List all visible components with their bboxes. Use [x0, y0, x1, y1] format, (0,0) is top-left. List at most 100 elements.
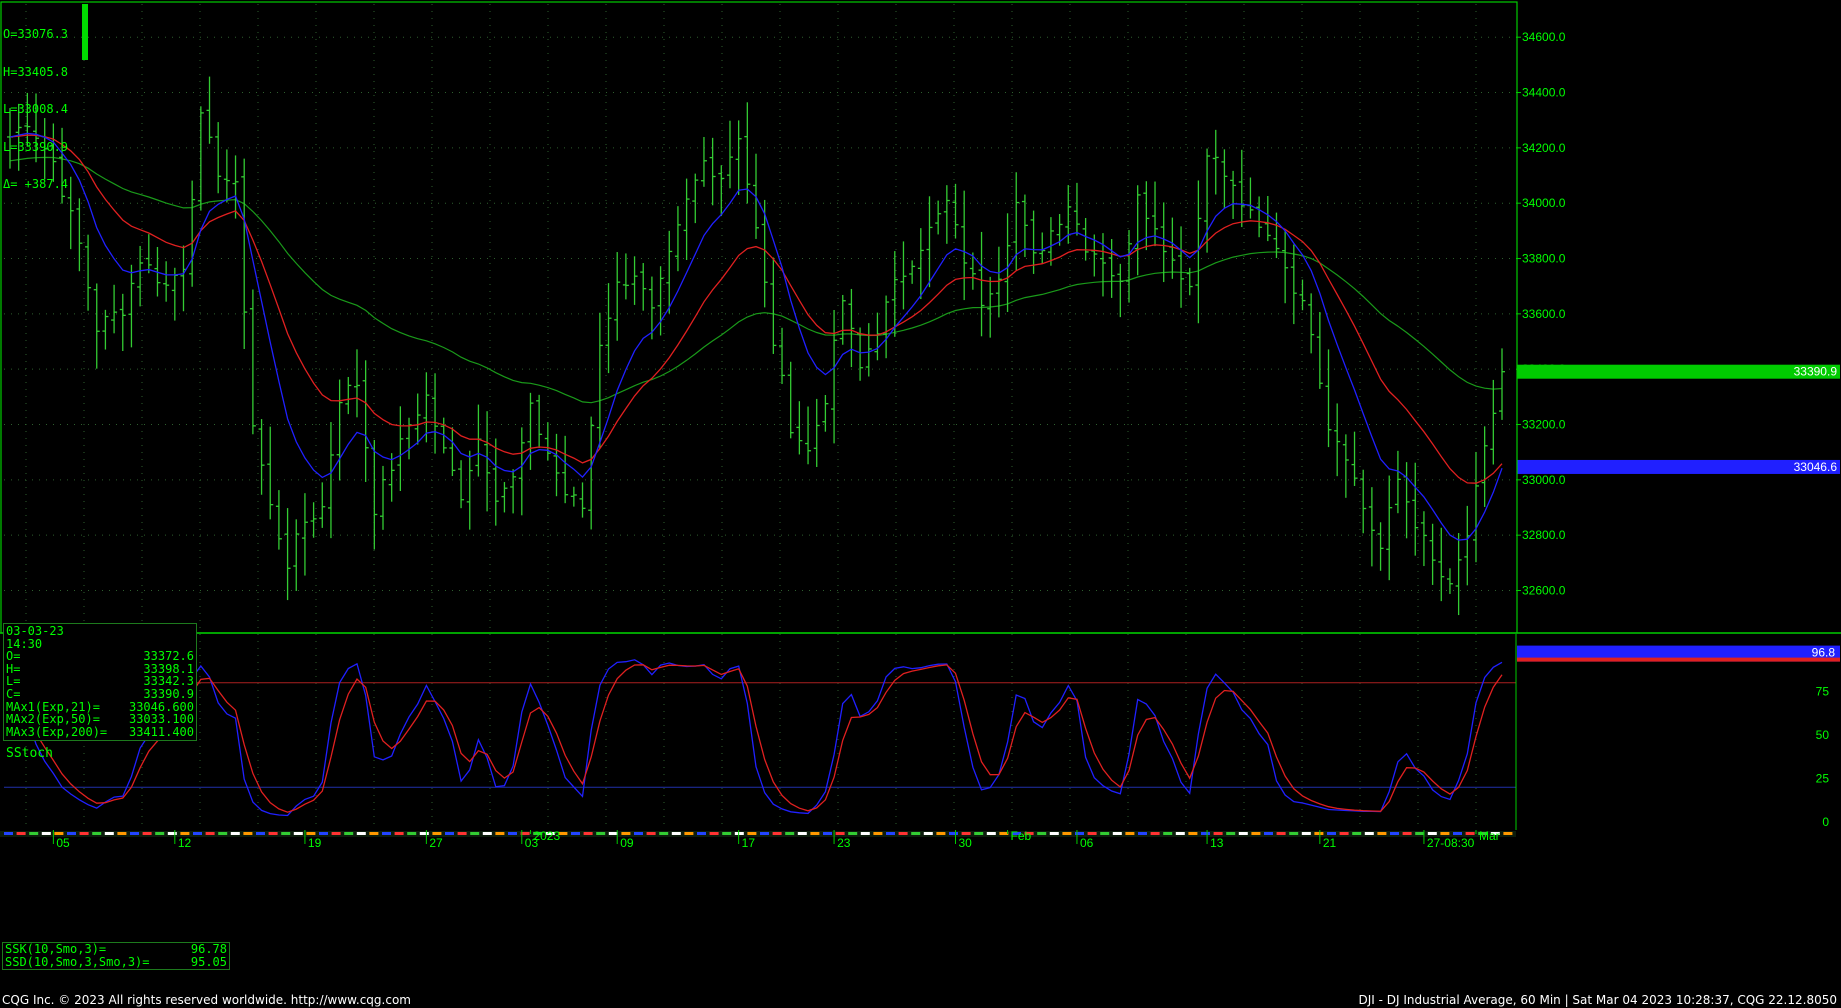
session-marker [130, 832, 139, 835]
session-marker [508, 832, 517, 835]
session-marker [923, 832, 933, 835]
info-label: MAx3(Exp,200)= [6, 724, 108, 739]
session-marker [659, 832, 669, 835]
header-high: H=33405.8 [3, 64, 69, 79]
header-open: O=33076.3 [3, 27, 69, 41]
session-marker [470, 832, 480, 835]
session-marker [92, 832, 102, 835]
stoch-tick-label: 50 [1816, 728, 1830, 742]
session-marker [117, 832, 127, 835]
session-marker [1049, 832, 1059, 835]
session-marker [394, 832, 404, 835]
session-marker [999, 832, 1009, 835]
stoch-label: SSK(10,Smo,3)= [5, 942, 107, 956]
session-marker [961, 832, 971, 835]
session-marker [1062, 832, 1072, 835]
time-tick-label: 13 [1210, 836, 1224, 850]
session-marker [684, 832, 694, 835]
session-marker [835, 832, 845, 835]
info-value: 33372.6 [143, 649, 194, 664]
session-marker [79, 832, 89, 835]
session-marker [1453, 832, 1462, 835]
session-marker [986, 832, 996, 835]
stoch-tick-label: 25 [1816, 772, 1830, 786]
time-tick-label: 17 [742, 836, 756, 850]
session-marker [1301, 832, 1311, 835]
time-tick-label: 27 [429, 836, 443, 850]
session-marker [218, 832, 228, 835]
session-marker [1075, 832, 1084, 835]
session-marker [1402, 832, 1412, 835]
price-tick-label: 32800.0 [1522, 528, 1566, 542]
session-marker [331, 832, 341, 835]
session-marker [407, 832, 417, 835]
session-marker [268, 832, 278, 835]
session-marker [1390, 832, 1399, 835]
session-marker [16, 832, 26, 835]
session-marker [823, 832, 832, 835]
footer-instrument: DJI - DJ Industrial Average, 60 Min | Sa… [1358, 993, 1837, 1007]
footer-copyright: CQG Inc. © 2023 All rights reserved worl… [2, 993, 411, 1007]
session-marker [621, 832, 631, 835]
info-label: O= [6, 649, 21, 664]
session-marker [256, 832, 265, 835]
session-marker [167, 832, 177, 835]
session-marker [1238, 832, 1248, 835]
info-row: O= 33372.6 [6, 650, 194, 663]
session-marker [1251, 832, 1261, 835]
session-marker [1377, 832, 1387, 835]
time-tick-label: 12 [178, 836, 192, 850]
session-marker [369, 832, 379, 835]
session-marker [155, 832, 165, 835]
session-marker [911, 832, 921, 835]
session-marker [1364, 832, 1374, 835]
session-marker [949, 832, 958, 835]
session-marker [1112, 832, 1122, 835]
session-marker [810, 832, 820, 835]
session-marker [1175, 832, 1185, 835]
info-value: 33411.400 [128, 724, 194, 739]
session-marker [722, 832, 732, 835]
session-marker [697, 832, 706, 835]
session-marker [1427, 832, 1437, 835]
session-marker [1465, 832, 1475, 835]
session-marker [1503, 832, 1513, 835]
time-tick-label: 19 [308, 836, 322, 850]
session-marker [54, 832, 64, 835]
session-marker [193, 832, 202, 835]
price-tick-label: 34200.0 [1522, 141, 1566, 155]
stoch-tick-label: 75 [1816, 685, 1830, 699]
session-marker [583, 832, 593, 835]
session-marker [873, 832, 883, 835]
session-marker [646, 832, 656, 835]
session-marker [445, 832, 454, 835]
info-row: MAx3(Exp,200)= 33411.400 [6, 726, 194, 739]
session-marker [1264, 832, 1273, 835]
session-marker [1314, 832, 1324, 835]
info-row: MAx2(Exp,50)= 33033.100 [6, 713, 194, 726]
session-marker [382, 832, 391, 835]
session-marker [1415, 832, 1425, 835]
stoch-value: 95.05 [190, 954, 227, 969]
session-marker [432, 832, 442, 835]
stoch-tick-label: 0 [1822, 815, 1829, 829]
session-marker [760, 832, 769, 835]
session-marker [860, 832, 870, 835]
info-label: MAx2(Exp,50)= [6, 712, 100, 727]
session-marker [634, 832, 643, 835]
session-marker [306, 832, 316, 835]
price-label-bg [1517, 364, 1840, 379]
stoch-row: SSD(10,Smo,3,Smo,3)= 95.05 [5, 954, 227, 969]
session-marker [1213, 832, 1223, 835]
session-marker [293, 832, 303, 835]
bar-range-indicator [82, 4, 88, 60]
session-marker [104, 832, 114, 835]
info-row: C= 33390.9 [6, 688, 194, 701]
header-last: L=33390.9 [3, 139, 69, 154]
price-tick-label: 34000.0 [1522, 196, 1566, 210]
session-marker [230, 832, 240, 835]
session-marker [1125, 832, 1135, 835]
info-value: 33390.9 [143, 686, 194, 701]
session-marker [709, 832, 719, 835]
stoch-row: SSK(10,Smo,3)= 96.78 [5, 943, 227, 956]
